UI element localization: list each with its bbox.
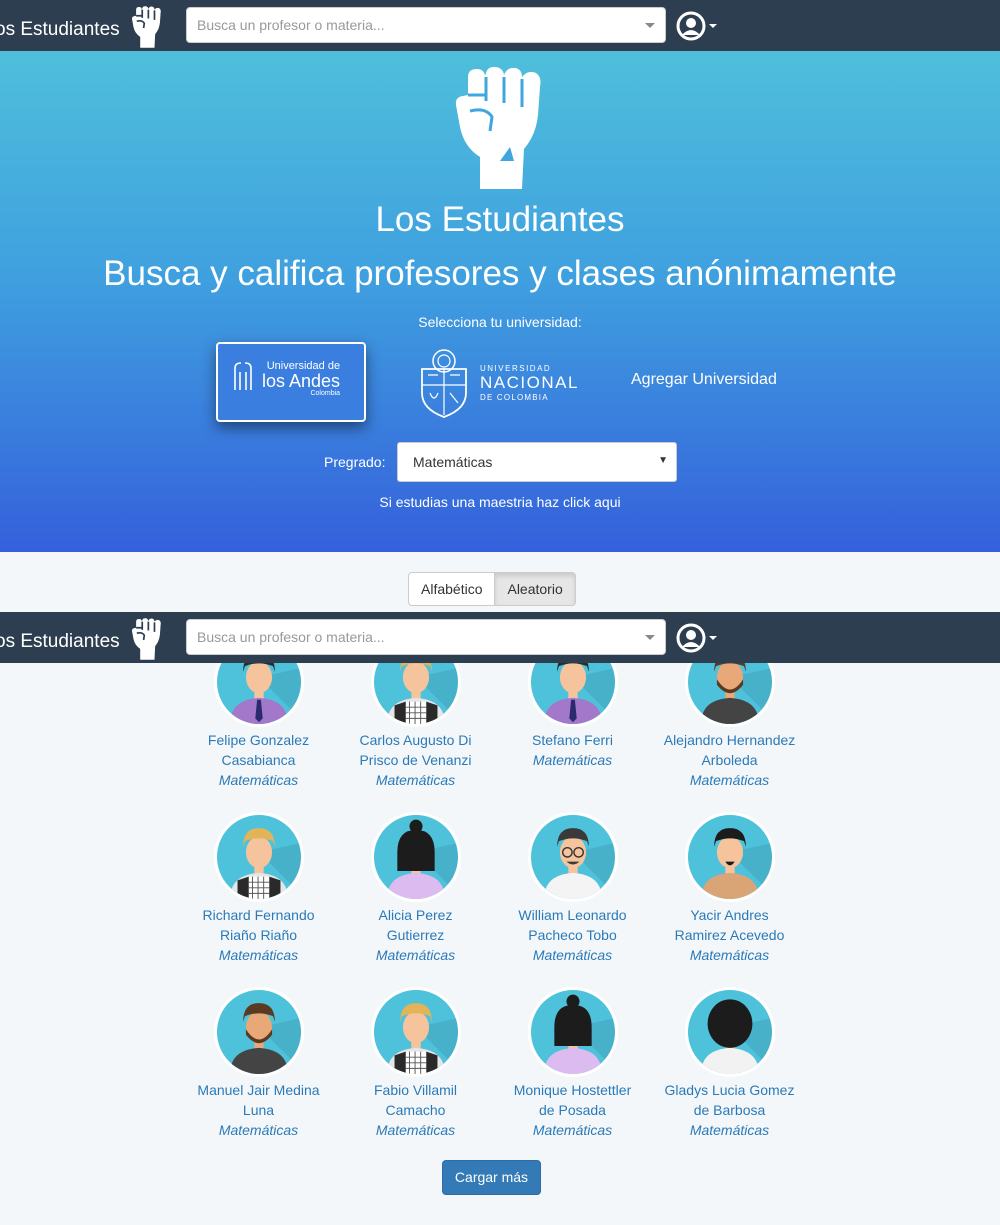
professor-subject: Matemáticas	[375, 1122, 456, 1138]
andes-logo: Universidad de los Andes Colombia	[232, 360, 340, 397]
brand-text: os Estudiantes	[0, 19, 120, 40]
search-placeholder: Busca un profesor o materia...	[197, 17, 385, 33]
nacional-line1: UNIVERSIDAD	[480, 364, 552, 373]
maestria-link[interactable]: Si estudias una maestria haz click aqui	[0, 494, 1000, 510]
avatar[interactable]	[684, 663, 775, 727]
pregrado-select[interactable]: Matemáticas ▼	[397, 442, 677, 482]
professor-card[interactable]: Manuel Jair Medina Luna Matemáticas	[180, 987, 337, 1162]
avatar[interactable]	[527, 987, 618, 1077]
user-account-icon	[676, 623, 706, 653]
avatar[interactable]	[684, 812, 775, 902]
fist-logo-icon	[131, 6, 161, 48]
avatar[interactable]	[213, 663, 304, 727]
professor-name-link[interactable]: Carlos Augusto Di Prisco de Venanzi	[337, 730, 494, 770]
search-placeholder: Busca un profesor o materia...	[197, 629, 385, 645]
chevron-down-icon[interactable]	[645, 22, 655, 28]
professor-name-link[interactable]: Alicia Perez Gutierrez	[337, 905, 494, 945]
professor-name-link[interactable]: Yacir Andres Ramirez Acevedo	[651, 905, 808, 945]
professor-subject: Matemáticas	[689, 1122, 770, 1138]
avatar[interactable]	[213, 987, 304, 1077]
professor-subject: Matemáticas	[532, 947, 613, 963]
sort-alphabetic-button[interactable]: Alfabético	[408, 572, 496, 606]
professor-grid: Felipe Gonzalez Casabianca Matemáticas Car…	[180, 663, 820, 1162]
university-nacional-button[interactable]: UNIVERSIDAD NACIONAL DE COLOMBIA	[416, 347, 579, 419]
professor-name-link[interactable]: Gladys Lucia Gomez de Barbosa	[651, 1080, 808, 1120]
professor-name-link[interactable]: Felipe Gonzalez Casabianca	[180, 730, 337, 770]
user-account-icon	[676, 11, 706, 41]
avatar[interactable]	[527, 812, 618, 902]
brand-link[interactable]: os Estudiantes	[0, 6, 164, 49]
avatar[interactable]	[213, 812, 304, 902]
university-andes-button[interactable]: Universidad de los Andes Colombia	[216, 342, 366, 422]
avatar[interactable]	[527, 663, 618, 727]
avatar[interactable]	[370, 987, 461, 1077]
professor-card[interactable]: Monique Hostettler de Posada Matemáticas	[494, 987, 651, 1162]
load-more-button[interactable]: Cargar más	[442, 1160, 541, 1195]
professor-subject: Matemáticas	[375, 772, 456, 788]
professor-subject: Matemáticas	[218, 947, 299, 963]
brand-text: os Estudiantes	[0, 631, 120, 652]
professor-name-link[interactable]: Manuel Jair Medina Luna	[180, 1080, 337, 1120]
avatar[interactable]	[684, 987, 775, 1077]
add-university-link[interactable]: Agregar Universidad	[631, 371, 777, 389]
page-subtitle: Busca y califica profesores y clases anó…	[103, 254, 897, 293]
nacional-line3: DE COLOMBIA	[480, 393, 549, 402]
andes-line3: Colombia	[310, 390, 341, 397]
professor-name-link[interactable]: Stefano Ferri	[494, 730, 651, 750]
nacional-line2: NACIONAL	[480, 373, 579, 392]
top-navbar: os Estudiantes Busca un profesor o mater…	[0, 0, 1000, 51]
professor-card[interactable]: Stefano Ferri Matemáticas	[494, 663, 651, 812]
professor-card[interactable]: Yacir Andres Ramirez Acevedo Matemáticas	[651, 812, 808, 987]
professor-card[interactable]: Felipe Gonzalez Casabianca Matemáticas	[180, 663, 337, 812]
caret-down-icon	[709, 636, 717, 640]
professor-subject: Matemáticas	[532, 1122, 613, 1138]
professor-subject: Matemáticas	[532, 752, 613, 768]
sticky-navbar: os Estudiantes Busca un profesor o mater…	[0, 612, 1000, 663]
professor-name-link[interactable]: Alejandro Hernandez Arboleda	[651, 730, 808, 770]
professor-list: Felipe Gonzalez Casabianca Matemáticas Car…	[0, 663, 1000, 1203]
professor-subject: Matemáticas	[375, 947, 456, 963]
professor-name-link[interactable]: Fabio Villamil Camacho	[337, 1080, 494, 1120]
select-university-label: Selecciona tu universidad:	[418, 314, 582, 330]
pregrado-label: Pregrado:	[324, 454, 386, 470]
professor-card[interactable]: Alicia Perez Gutierrez Matemáticas	[337, 812, 494, 987]
select-arrow-icon: ▼	[658, 455, 668, 466]
professor-name-link[interactable]: William Leonardo Pacheco Tobo	[494, 905, 651, 945]
sort-random-button[interactable]: Aleatorio	[495, 572, 576, 606]
professor-card[interactable]: Richard Fernando Riaño Riaño Matemáticas	[180, 812, 337, 987]
professor-card[interactable]: Gladys Lucia Gomez de Barbosa Matemáticas	[651, 987, 808, 1162]
avatar[interactable]	[370, 812, 461, 902]
professor-name-link[interactable]: Richard Fernando Riaño Riaño	[180, 905, 337, 945]
raised-fist-logo-icon	[450, 65, 550, 196]
nacional-shield-icon	[421, 349, 467, 418]
professor-subject: Matemáticas	[689, 772, 770, 788]
andes-line2: los Andes	[262, 371, 341, 391]
page-title: Los Estudiantes	[375, 200, 625, 239]
brand-link[interactable]: os Estudiantes	[0, 618, 164, 661]
professor-card[interactable]: Fabio Villamil Camacho Matemáticas	[337, 987, 494, 1162]
fist-logo-icon	[131, 618, 161, 660]
professor-subject: Matemáticas	[218, 772, 299, 788]
user-menu-button[interactable]	[676, 11, 717, 41]
pregrado-selected-value: Matemáticas	[413, 454, 493, 470]
search-input[interactable]: Busca un profesor o materia...	[186, 619, 666, 655]
hero-section: Los Estudiantes Busca y califica profeso…	[0, 51, 1000, 552]
professor-card[interactable]: Alejandro Hernandez Arboleda Matemáticas	[651, 663, 808, 812]
user-menu-button[interactable]	[676, 623, 717, 653]
search-input[interactable]: Busca un profesor o materia...	[186, 7, 666, 43]
caret-down-icon	[709, 24, 717, 28]
chevron-down-icon[interactable]	[645, 634, 655, 640]
professor-card[interactable]: Carlos Augusto Di Prisco de Venanzi Matem…	[337, 663, 494, 812]
professor-card[interactable]: William Leonardo Pacheco Tobo Matemáticas	[494, 812, 651, 987]
sort-toggle-group: Alfabético Aleatorio	[408, 572, 576, 606]
professor-subject: Matemáticas	[689, 947, 770, 963]
avatar[interactable]	[370, 663, 461, 727]
professor-name-link[interactable]: Monique Hostettler de Posada	[494, 1080, 651, 1120]
professor-subject: Matemáticas	[218, 1122, 299, 1138]
andes-emblem-icon	[234, 362, 252, 390]
